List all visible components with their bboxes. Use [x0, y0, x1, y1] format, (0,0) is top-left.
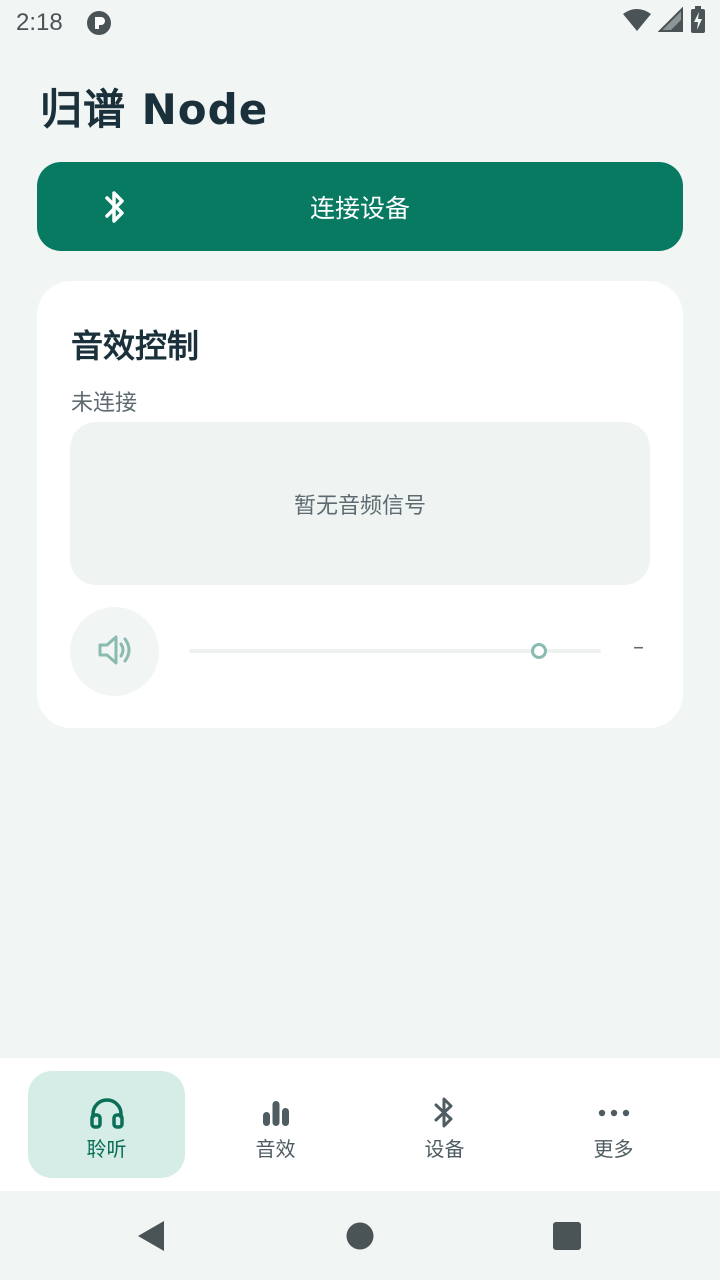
- app-notification-icon: [86, 10, 112, 36]
- card-title: 音效控制: [71, 327, 200, 365]
- battery-charging-icon: [690, 6, 706, 38]
- system-nav-bar: [0, 1191, 720, 1280]
- home-icon[interactable]: [345, 1221, 375, 1255]
- volume-icon: [97, 634, 133, 670]
- cellular-signal-icon: [657, 6, 684, 37]
- volume-slider[interactable]: [189, 637, 601, 665]
- headphones-icon: [87, 1093, 127, 1133]
- bluetooth-icon: [425, 1093, 465, 1133]
- status-icons: [622, 6, 706, 38]
- no-signal-text: 暂无音频信号: [293, 493, 426, 519]
- page-title: 归谱 Node: [40, 85, 269, 134]
- volume-value: –: [633, 635, 644, 660]
- nav-item-more[interactable]: 更多: [535, 1071, 692, 1178]
- status-time: 2:18: [16, 9, 63, 36]
- volume-button[interactable]: [70, 607, 159, 696]
- bluetooth-icon: [99, 188, 131, 226]
- connection-status: 未连接: [71, 391, 138, 416]
- volume-slider-thumb[interactable]: [531, 643, 548, 659]
- connect-device-label: 连接设备: [309, 193, 410, 223]
- nav-label-listen: 聆听: [86, 1137, 127, 1161]
- nav-item-effects[interactable]: 音效: [197, 1071, 354, 1178]
- bar-chart-icon: [256, 1093, 296, 1133]
- wifi-icon: [622, 8, 652, 36]
- nav-item-listen[interactable]: 聆听: [28, 1071, 185, 1178]
- connect-device-button[interactable]: 连接设备: [37, 162, 683, 251]
- back-icon[interactable]: [136, 1219, 166, 1257]
- status-bar: 2:18: [0, 0, 720, 48]
- audio-signal-panel: 暂无音频信号: [70, 422, 650, 585]
- more-horizontal-icon: [594, 1093, 634, 1133]
- bottom-nav: 聆听 音效 设备 更多: [0, 1058, 720, 1191]
- nav-label-effects: 音效: [255, 1137, 296, 1161]
- recents-icon[interactable]: [552, 1221, 582, 1255]
- nav-label-more: 更多: [593, 1137, 634, 1161]
- nav-label-devices: 设备: [424, 1137, 465, 1161]
- nav-item-devices[interactable]: 设备: [366, 1071, 523, 1178]
- audio-control-card: 音效控制 未连接 暂无音频信号 –: [37, 281, 683, 728]
